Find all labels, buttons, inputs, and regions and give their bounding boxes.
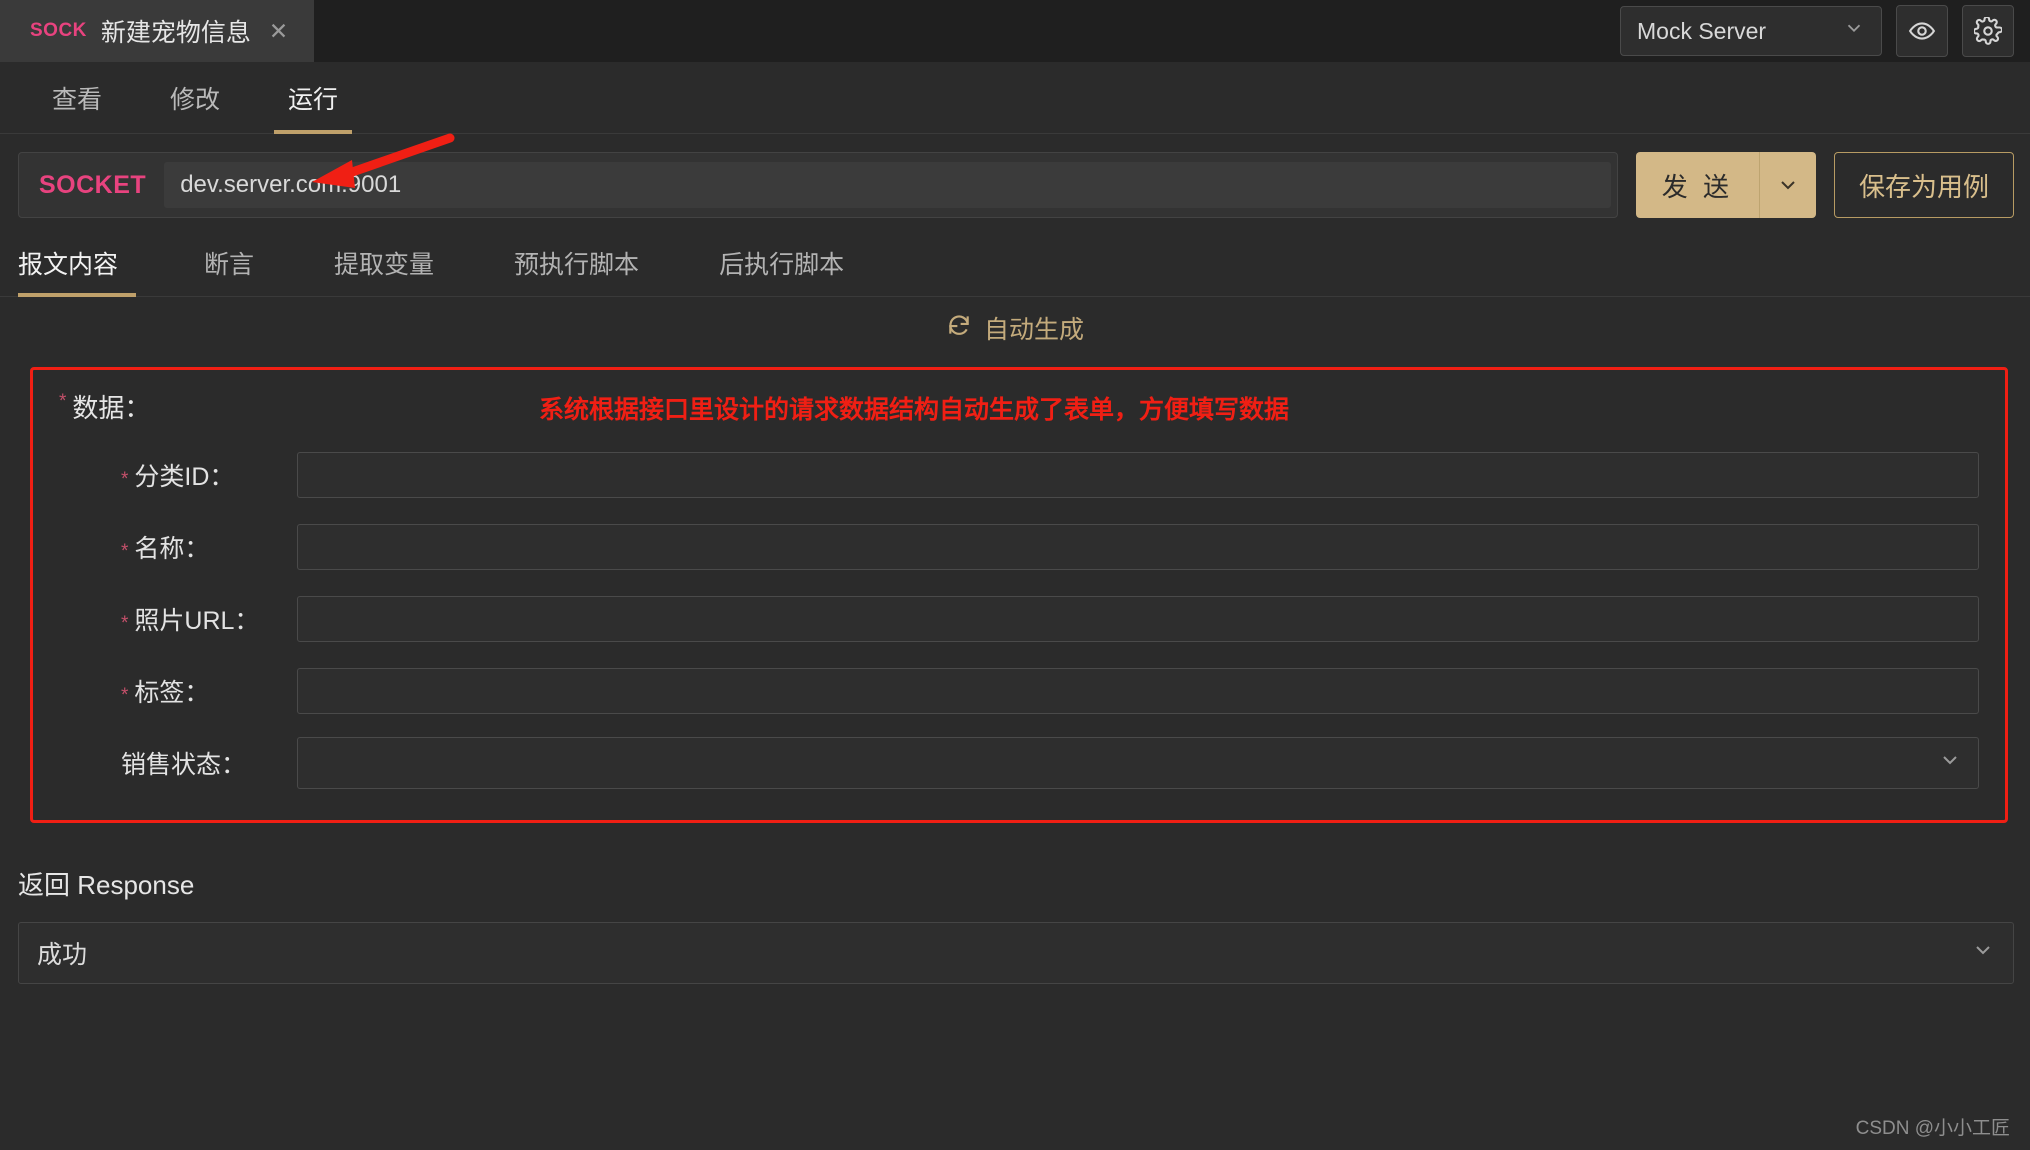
annotation-text: 系统根据接口里设计的请求数据结构自动生成了表单，方便填写数据 — [539, 396, 1290, 424]
field-row-tags: * 标签： — [59, 660, 1979, 722]
request-url-row: SOCKET dev.server.com:9001 发 送 保存为用例 — [0, 134, 2030, 218]
request-url-input[interactable]: dev.server.com:9001 — [164, 162, 1611, 208]
tab-title: 新建宠物信息 — [100, 19, 251, 47]
auto-generate-button[interactable]: 自动生成 — [984, 310, 1084, 346]
auto-generate-row: 自动生成 — [0, 297, 2030, 359]
data-section-header: * 数据： 系统根据接口里设计的请求数据结构自动生成了表单，方便填写数据 — [59, 388, 1979, 434]
field-input-photo-url[interactable] — [297, 596, 1979, 642]
tab-edit-label: 修改 — [170, 85, 221, 114]
required-marker: * — [121, 541, 129, 562]
response-select[interactable]: 成功 — [18, 922, 2014, 984]
preview-button[interactable] — [1896, 5, 1948, 57]
field-label-sale-status-text: 销售状态： — [121, 751, 247, 779]
refresh-icon — [946, 312, 972, 345]
field-row-name: * 名称： — [59, 516, 1979, 578]
tab-edit[interactable]: 修改 — [136, 62, 254, 133]
settings-button[interactable] — [1962, 5, 2014, 57]
request-sub-tabs: 报文内容 断言 提取变量 预执行脚本 后执行脚本 — [0, 230, 2030, 297]
field-input-category-id[interactable] — [297, 452, 1979, 498]
subtab-post-script[interactable]: 后执行脚本 — [679, 230, 884, 296]
send-options-chevron-down-icon[interactable] — [1758, 152, 1816, 218]
request-bar: SOCKET dev.server.com:9001 — [18, 152, 1618, 218]
close-icon[interactable]: ✕ — [269, 19, 288, 43]
send-button[interactable]: 发 送 — [1635, 152, 1816, 218]
subtab-assertions[interactable]: 断言 — [164, 230, 294, 296]
field-label-photo-url-text: 照片URL： — [134, 607, 260, 635]
mock-server-select[interactable]: Mock Server — [1620, 6, 1882, 56]
required-marker: * — [121, 685, 129, 706]
document-tab-new-pet[interactable]: SOCK 新建宠物信息 ✕ — [0, 0, 315, 62]
gear-icon — [1974, 17, 2002, 45]
send-button-label: 发 送 — [1661, 171, 1733, 202]
subtab-message-body-label: 报文内容 — [18, 251, 119, 279]
chevron-down-icon — [1938, 748, 1962, 778]
watermark: CSDN @小小工匠 — [1855, 1118, 2010, 1139]
field-row-sale-status: 销售状态： — [59, 732, 1979, 794]
tab-run[interactable]: 运行 — [254, 62, 372, 134]
field-label-name-text: 名称： — [134, 535, 210, 563]
tab-view-label: 查看 — [52, 85, 103, 114]
window-tabstrip: SOCK 新建宠物信息 ✕ Mock Server — [0, 0, 2030, 62]
tab-view[interactable]: 查看 — [18, 62, 136, 133]
subtab-message-body[interactable]: 报文内容 — [18, 230, 164, 297]
subtab-assertions-label: 断言 — [204, 251, 255, 279]
subtab-extract-variables[interactable]: 提取变量 — [294, 230, 474, 296]
required-marker: * — [121, 469, 129, 490]
chevron-down-icon — [1843, 17, 1865, 45]
data-section-label: 数据： — [72, 393, 151, 423]
subtab-pre-script-label: 预执行脚本 — [514, 251, 640, 279]
tab-run-label: 运行 — [288, 85, 339, 114]
save-as-case-label: 保存为用例 — [1858, 171, 1989, 202]
field-label-category-id: * 分类ID： — [59, 457, 297, 493]
tab-protocol-badge: SOCK — [30, 20, 87, 41]
field-select-sale-status[interactable] — [297, 737, 1979, 789]
required-marker: * — [121, 613, 129, 634]
subtab-pre-script[interactable]: 预执行脚本 — [474, 230, 679, 296]
field-input-tags[interactable] — [297, 668, 1979, 714]
mock-server-label: Mock Server — [1637, 17, 1767, 44]
topbar-actions: Mock Server — [1620, 0, 2030, 62]
required-marker: * — [59, 391, 67, 412]
field-row-photo-url: * 照片URL： — [59, 588, 1979, 650]
field-label-tags: * 标签： — [59, 673, 297, 709]
field-input-name[interactable] — [297, 524, 1979, 570]
primary-nav-tabs: 查看 修改 运行 — [0, 62, 2030, 188]
request-method-label: SOCKET — [39, 170, 147, 199]
request-data-form: * 数据： 系统根据接口里设计的请求数据结构自动生成了表单，方便填写数据 * 分… — [30, 367, 2008, 823]
field-label-tags-text: 标签： — [134, 679, 210, 707]
field-label-category-id-text: 分类ID： — [134, 463, 235, 491]
response-section-title: 返回 Response — [18, 870, 195, 900]
field-label-name: * 名称： — [59, 529, 297, 565]
save-as-case-button[interactable]: 保存为用例 — [1833, 152, 2014, 218]
eye-icon — [1908, 17, 1936, 45]
subtab-extract-variables-label: 提取变量 — [334, 251, 435, 279]
field-label-photo-url: * 照片URL： — [59, 601, 297, 637]
request-url-value: dev.server.com:9001 — [180, 171, 402, 198]
response-selected-value: 成功 — [37, 941, 88, 969]
chevron-down-icon — [1971, 938, 1995, 969]
subtab-post-script-label: 后执行脚本 — [719, 251, 845, 279]
field-label-sale-status: 销售状态： — [59, 745, 297, 781]
field-row-category-id: * 分类ID： — [59, 444, 1979, 506]
